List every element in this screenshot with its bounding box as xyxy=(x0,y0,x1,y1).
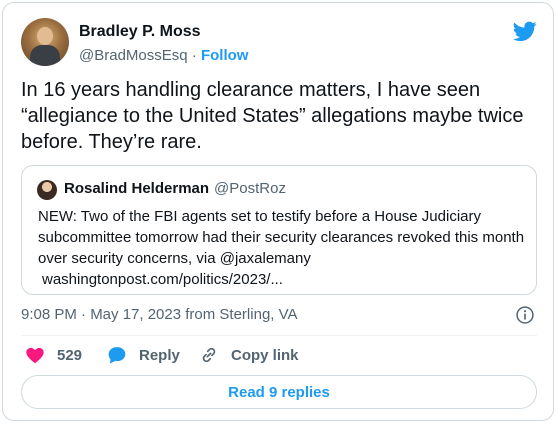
like-button[interactable]: 529 xyxy=(25,345,82,365)
quote-body: NEW: Two of the FBI agents set to testif… xyxy=(38,206,530,290)
quote-author: Rosalind Helderman @PostRoz xyxy=(64,180,286,197)
author-handle[interactable]: @BradMossEsq xyxy=(79,47,188,64)
info-icon[interactable] xyxy=(515,305,535,325)
avatar-body xyxy=(30,45,60,66)
quote-author-name: Rosalind Helderman xyxy=(64,180,210,197)
follow-button[interactable]: Follow xyxy=(201,47,249,64)
quoted-tweet[interactable]: Rosalind Helderman @PostRoz NEW: Two of t… xyxy=(21,165,537,295)
quote-author-handle: @PostRoz xyxy=(214,180,286,197)
avatar-face xyxy=(37,27,53,45)
heart-icon xyxy=(26,347,44,363)
read-replies-button[interactable]: Read 9 replies xyxy=(21,375,537,409)
copy-link-button[interactable]: Copy link xyxy=(199,345,299,365)
divider xyxy=(21,335,537,336)
separator: · xyxy=(191,47,197,64)
copy-link-label: Copy link xyxy=(231,346,299,364)
speech-bubble-icon xyxy=(108,347,126,364)
reply-label: Reply xyxy=(139,346,180,364)
quote-text: NEW: Two of the FBI agents set to testif… xyxy=(38,208,525,267)
author-avatar[interactable] xyxy=(21,18,69,66)
author-name[interactable]: Bradley P. Moss xyxy=(79,23,201,41)
link-icon xyxy=(202,347,216,363)
quote-link[interactable]: washingtonpost.com/politics/2023/... xyxy=(38,269,530,290)
tweet-text: In 16 years handling clearance matters, … xyxy=(21,79,524,153)
tweet-card: Bradley P. Moss @BradMossEsq · Follow In… xyxy=(2,2,554,421)
author-line: @BradMossEsq · Follow xyxy=(79,47,248,64)
like-count: 529 xyxy=(57,346,83,364)
tweet-timestamp[interactable]: 9:08 PM · May 17, 2023 from Sterling, VA xyxy=(21,306,298,323)
twitter-bird-icon[interactable] xyxy=(511,19,539,43)
reply-button[interactable]: Reply xyxy=(107,345,180,365)
quote-author-avatar xyxy=(37,180,57,200)
